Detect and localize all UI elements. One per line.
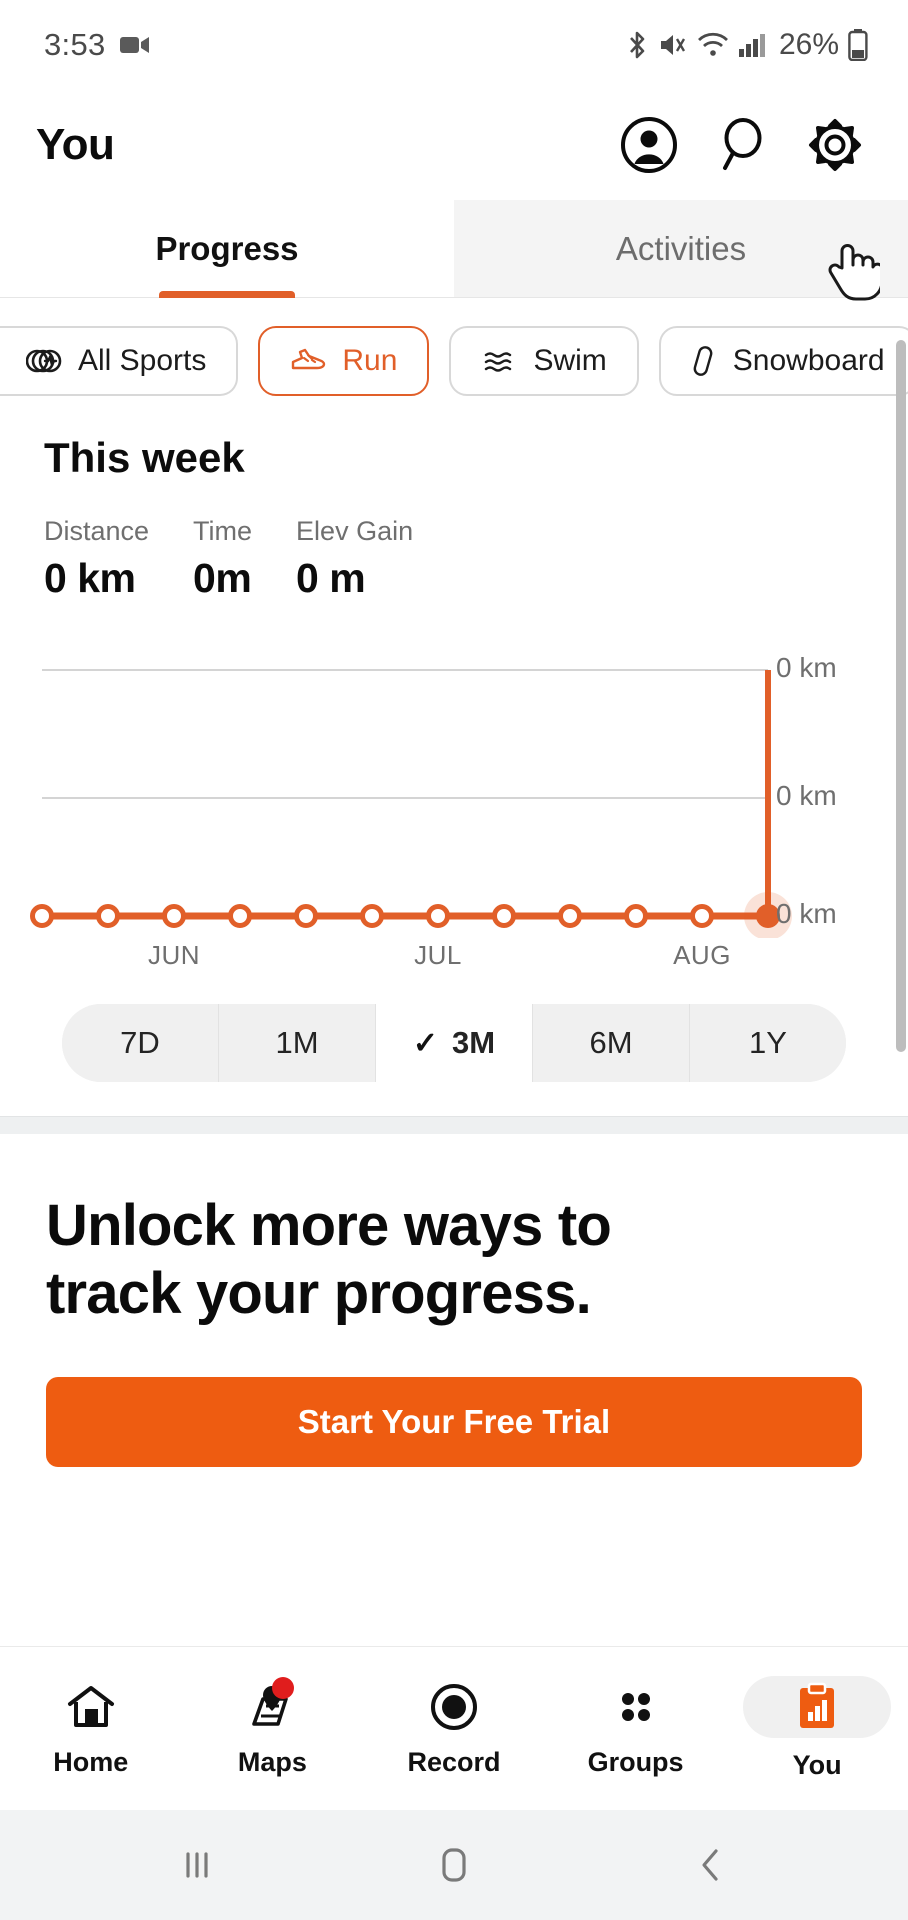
range-option-1y[interactable]: 1Y [690, 1004, 846, 1082]
status-time: 3:53 [44, 27, 106, 62]
stat-distance-value: 0 km [44, 555, 136, 601]
chart-x-tick-jun: JUN [147, 940, 201, 970]
promo-title: Unlock more ways to track your progress. [46, 1192, 862, 1329]
section-divider [0, 1116, 908, 1134]
bluetooth-icon [625, 30, 649, 60]
range-option-label: 3M [452, 1025, 496, 1060]
nav-item-label: You [792, 1750, 842, 1780]
status-bar-left: 3:53 [44, 27, 150, 63]
app-header: You [0, 90, 908, 200]
tab-bar: Progress Activities [0, 200, 908, 298]
map-pin-icon [246, 1677, 298, 1735]
nav-item-label: Record [407, 1747, 501, 1777]
cellular-signal-icon [738, 31, 766, 59]
you-clipboard-chart-icon [743, 1676, 892, 1738]
home-button[interactable] [431, 1842, 477, 1888]
stat-distance-label: Distance [44, 516, 150, 546]
range-option-3m[interactable]: ✓ 3M [376, 1004, 533, 1082]
battery-percent-label: 26% [778, 28, 839, 61]
groups-dots-icon [611, 1679, 661, 1735]
chart-x-tick-aug: AUG [673, 940, 731, 970]
stat-time: Time 0m [193, 516, 252, 602]
status-bar: 3:53 26% [0, 0, 908, 90]
bottom-navigation-bar: Home Maps Record Groups You [0, 1646, 908, 1810]
sport-chip-run[interactable]: Run [258, 326, 430, 396]
wifi-icon [697, 31, 729, 59]
tab-progress-label: Progress [155, 229, 299, 267]
weekly-stats: Distance 0 km Time 0m Elev Gain 0 m [44, 516, 864, 602]
sport-chip-all-sports[interactable]: All Sports [0, 326, 239, 396]
range-option-7d[interactable]: 7D [62, 1004, 219, 1082]
chart-y-tick-1: 0 km [776, 780, 837, 811]
promo-title-line-2: track your progress. [46, 1261, 592, 1327]
promo-title-line-1: Unlock more ways to [46, 1193, 612, 1258]
sport-chip-run-label: Run [342, 344, 398, 377]
swim-waves-icon [481, 346, 517, 376]
sport-filter-row[interactable]: All Sports Run Swim Snowboard [0, 298, 908, 422]
sport-chip-swim[interactable]: Swim [449, 326, 639, 396]
nav-item-record[interactable]: Record [363, 1679, 545, 1778]
back-button[interactable] [691, 1842, 731, 1888]
chart-y-tick-2: 0 km [776, 898, 837, 929]
vertical-scrollbar[interactable] [896, 340, 906, 1052]
mouse-cursor-hand-icon [822, 238, 884, 309]
this-week-title: This week [44, 434, 245, 481]
this-week-section: This week Distance 0 km Time 0m Elev Gai… [0, 434, 908, 602]
running-shoe-icon [290, 346, 326, 376]
nav-item-home[interactable]: Home [0, 1679, 182, 1778]
range-option-label: 1Y [749, 1025, 787, 1060]
status-bar-right: 26% [625, 28, 868, 62]
chart-x-tick-jul: JUL [414, 940, 462, 970]
mute-icon [658, 30, 688, 60]
recent-apps-button[interactable] [177, 1843, 217, 1887]
stat-time-label: Time [193, 516, 253, 546]
range-option-label: 6M [589, 1025, 633, 1060]
page-title: You [36, 120, 115, 169]
nav-item-you[interactable]: You [726, 1676, 908, 1781]
nav-item-label: Home [53, 1747, 129, 1777]
stat-elev-value: 0 m [296, 555, 366, 601]
stat-time-value: 0m [193, 555, 252, 601]
start-free-trial-label: Start Your Free Trial [297, 1402, 611, 1440]
progress-scroll-area[interactable]: All Sports Run Swim Snowboard This week … [0, 298, 908, 1467]
range-option-label: 1M [275, 1025, 319, 1060]
profile-icon[interactable] [620, 116, 678, 174]
sport-chip-snowboard-label: Snowboard [732, 344, 885, 377]
progress-chart[interactable]: 0 km 0 km 0 km JUN JUL AUG [0, 648, 908, 978]
settings-gear-icon[interactable] [806, 116, 864, 174]
nav-item-label: Groups [587, 1747, 684, 1777]
stat-distance: Distance 0 km [44, 516, 149, 602]
time-range-selector[interactable]: 7D 1M ✓ 3M 6M 1Y [62, 1004, 846, 1082]
chart-y-tick-0: 0 km [776, 652, 837, 683]
record-circle-icon [429, 1679, 479, 1735]
all-sports-icon [26, 346, 62, 376]
nav-item-label: Maps [237, 1747, 307, 1777]
tab-activities-label: Activities [615, 229, 747, 267]
tab-progress[interactable]: Progress [0, 200, 454, 297]
nav-item-maps[interactable]: Maps [182, 1677, 364, 1778]
system-navigation-bar [0, 1810, 908, 1920]
stat-elev-gain: Elev Gain 0 m [296, 516, 413, 602]
check-icon: ✓ [412, 1026, 439, 1060]
start-free-trial-button[interactable]: Start Your Free Trial [46, 1376, 862, 1467]
chart-x-axis-labels: JUN JUL AUG [0, 940, 908, 986]
sport-chip-all-sports-label: All Sports [78, 344, 207, 377]
nav-item-groups[interactable]: Groups [545, 1679, 727, 1778]
range-option-label: 7D [120, 1025, 160, 1060]
stat-elev-label: Elev Gain [296, 516, 414, 546]
battery-icon [848, 29, 868, 61]
range-option-6m[interactable]: 6M [533, 1004, 690, 1082]
snowboard-icon [691, 345, 717, 377]
chart-y-axis-labels: 0 km 0 km 0 km [770, 648, 900, 978]
screen-record-icon [119, 34, 150, 56]
home-icon [66, 1679, 116, 1735]
sport-chip-swim-label: Swim [533, 344, 607, 377]
promo-section: Unlock more ways to track your progress.… [0, 1134, 908, 1467]
header-actions [620, 116, 876, 174]
search-icon[interactable] [714, 116, 770, 174]
sport-chip-snowboard[interactable]: Snowboard [658, 326, 908, 396]
range-option-1m[interactable]: 1M [219, 1004, 376, 1082]
